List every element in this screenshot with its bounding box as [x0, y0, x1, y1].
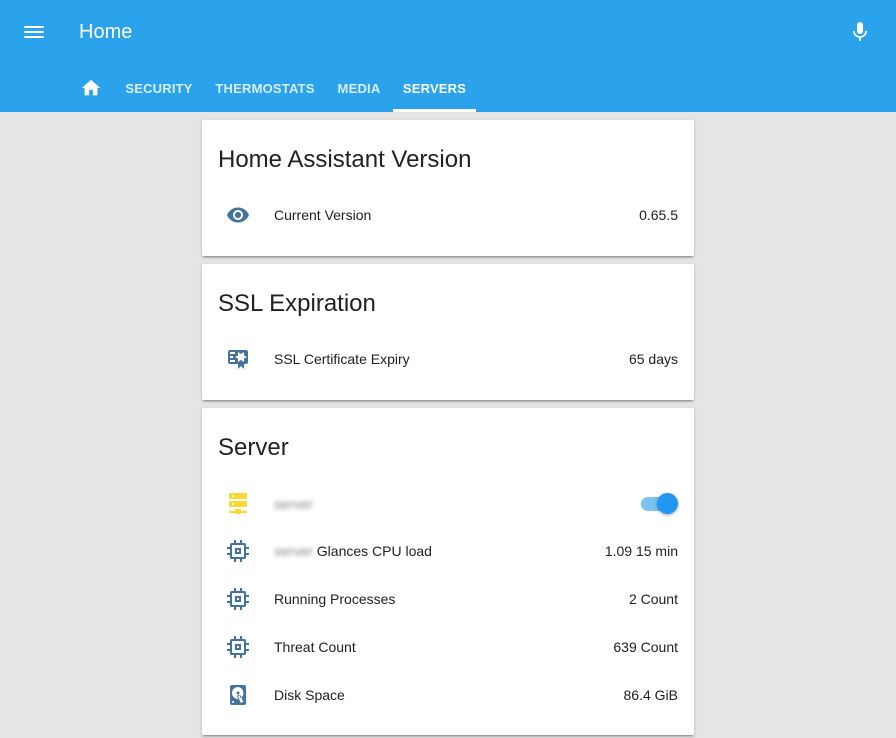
- row-value: 2 Count: [628, 591, 678, 607]
- row-label: server Glances CPU load: [274, 542, 432, 560]
- ssl-expiry-row[interactable]: SSL Certificate Expiry 65 days: [202, 339, 694, 379]
- tab-thermostats[interactable]: THERMOSTATS: [206, 64, 324, 112]
- running-processes-row[interactable]: Running Processes 2 Count: [202, 579, 694, 619]
- current-version-row[interactable]: Current Version 0.65.5: [202, 195, 694, 235]
- tab-servers[interactable]: SERVERS: [393, 64, 476, 112]
- server-icon: [229, 493, 247, 514]
- server-card: Server server server Glances CPU load 1.…: [202, 408, 694, 735]
- server-toggle[interactable]: [641, 493, 681, 515]
- toggle-knob: [657, 493, 678, 514]
- chip-icon: [227, 588, 249, 610]
- chip-icon: [227, 540, 249, 562]
- chip-icon: [227, 636, 249, 658]
- row-label: Disk Space: [274, 687, 345, 703]
- row-label: Running Processes: [274, 591, 396, 607]
- page-title: Home: [79, 21, 133, 43]
- card-title: SSL Expiration: [218, 290, 376, 317]
- ssl-card: SSL Expiration SSL Certificate Expiry 65…: [202, 264, 694, 400]
- cpu-load-row[interactable]: server Glances CPU load 1.09 15 min: [202, 531, 694, 571]
- redacted-server-name: server: [274, 543, 313, 559]
- row-label: server: [274, 495, 313, 513]
- row-label: Current Version: [274, 207, 372, 223]
- certificate-icon: [228, 350, 248, 369]
- row-value: 86.4 GiB: [623, 687, 678, 703]
- row-value: 65 days: [628, 351, 678, 367]
- card-title: Server: [218, 434, 289, 461]
- card-title: Home Assistant Version: [218, 146, 472, 173]
- row-label: SSL Certificate Expiry: [274, 351, 410, 367]
- app-header: Home SECURITY THERMOSTATS MEDIA SERVERS: [0, 0, 896, 112]
- tab-security[interactable]: SECURITY: [118, 64, 200, 112]
- microphone-icon[interactable]: [848, 20, 872, 44]
- harddisk-icon: [230, 685, 246, 705]
- view-tabs: SECURITY THERMOSTATS MEDIA SERVERS: [0, 64, 896, 112]
- eye-icon: [227, 207, 249, 223]
- disk-space-row[interactable]: Disk Space 86.4 GiB: [202, 675, 694, 715]
- home-icon: [81, 79, 101, 96]
- redacted-server-name: server: [274, 496, 313, 512]
- row-value: 0.65.5: [639, 207, 678, 223]
- row-label: Threat Count: [274, 639, 356, 655]
- menu-icon[interactable]: [22, 22, 48, 42]
- row-value: 1.09 15 min: [604, 543, 678, 559]
- threat-count-row[interactable]: Threat Count 639 Count: [202, 627, 694, 667]
- tab-media[interactable]: MEDIA: [330, 64, 388, 112]
- tab-home[interactable]: [70, 64, 112, 112]
- row-label-text: Glances CPU load: [312, 543, 432, 559]
- server-switch-row[interactable]: server: [202, 484, 694, 524]
- active-tab-indicator: [393, 109, 476, 112]
- row-value: 639 Count: [613, 639, 678, 655]
- version-card: Home Assistant Version Current Version 0…: [202, 120, 694, 256]
